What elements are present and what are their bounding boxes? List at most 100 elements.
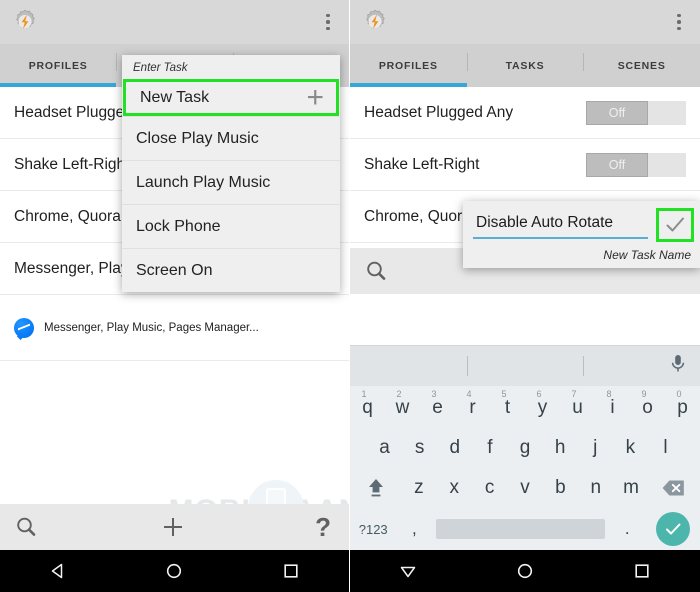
key-alt-label: 1 <box>361 389 367 399</box>
menu-item-close-play-music[interactable]: Close Play Music <box>122 116 340 160</box>
search-icon[interactable] <box>364 259 388 283</box>
key-label: h <box>554 437 566 458</box>
nav-home[interactable] <box>502 550 548 592</box>
key-symbols[interactable]: ?123 <box>350 522 396 537</box>
nav-back[interactable] <box>35 550 81 592</box>
key-n[interactable]: n <box>578 468 613 508</box>
profile-name: Shake Left-Right <box>364 155 480 173</box>
enter-task-dialog: Enter Task New Task + Close Play Music L… <box>122 55 340 292</box>
key-f[interactable]: f <box>472 428 507 468</box>
keyboard-rows: 1q 2w 3e 4r 5t 6y 7u 8i 9o 0p a s d f g <box>350 386 700 550</box>
key-d[interactable]: d <box>437 428 472 468</box>
app-bar-left <box>0 0 349 44</box>
menu-item-new-task[interactable]: New Task + <box>123 79 339 116</box>
plus-icon: + <box>306 80 324 114</box>
key-o[interactable]: 9o <box>630 388 665 428</box>
keyboard-row-2: a s d f g h j k l <box>350 428 700 468</box>
menu-item-lock-phone[interactable]: Lock Phone <box>122 204 340 248</box>
key-alt-label: 3 <box>431 389 437 399</box>
key-i[interactable]: 8i <box>595 388 630 428</box>
key-l[interactable]: l <box>648 428 683 468</box>
key-label: k <box>625 437 636 458</box>
tab-profiles[interactable]: PROFILES <box>0 44 117 87</box>
key-enter[interactable] <box>645 512 700 546</box>
menu-item-label: New Task <box>140 88 210 106</box>
check-icon <box>665 523 681 535</box>
key-p[interactable]: 0p <box>665 388 700 428</box>
key-alt-label: 9 <box>641 389 647 399</box>
key-j[interactable]: j <box>578 428 613 468</box>
key-z[interactable]: z <box>401 468 436 508</box>
toggle-knob-label: Off <box>586 152 648 177</box>
key-label: y <box>537 397 548 418</box>
menu-item-screen-on[interactable]: Screen On <box>122 248 340 292</box>
keyboard-row-4: ?123 , . <box>350 508 700 550</box>
key-label: ?123 <box>358 521 388 537</box>
key-shift[interactable] <box>350 468 401 508</box>
table-row-messenger[interactable]: Messenger, Play Music, Pages Manager... <box>0 295 349 361</box>
key-b[interactable]: b <box>543 468 578 508</box>
nav-recents[interactable] <box>268 550 314 592</box>
key-label: l <box>663 437 668 458</box>
table-row[interactable]: Headset Plugged Any Off <box>350 87 700 139</box>
search-button[interactable] <box>0 504 120 550</box>
tab-tasks[interactable]: TASKS <box>466 44 584 87</box>
key-a[interactable]: a <box>367 428 402 468</box>
key-t[interactable]: 5t <box>490 388 525 428</box>
suggestion-slot-1[interactable] <box>350 346 467 386</box>
key-label: w <box>395 397 410 418</box>
tab-profiles[interactable]: PROFILES <box>350 44 467 87</box>
backspace-icon <box>662 480 685 496</box>
key-y[interactable]: 6y <box>525 388 560 428</box>
microphone-icon[interactable] <box>670 354 686 379</box>
table-row[interactable]: Shake Left-Right Off <box>350 139 700 191</box>
key-g[interactable]: g <box>507 428 542 468</box>
key-label: x <box>449 477 460 498</box>
profile-toggle[interactable]: Off <box>586 152 686 177</box>
profile-name: Messenger, Play Music, Pages Manager... <box>44 321 259 334</box>
key-v[interactable]: v <box>507 468 542 508</box>
key-k[interactable]: k <box>613 428 648 468</box>
key-alt-label: 7 <box>571 389 577 399</box>
nav-recents[interactable] <box>619 550 665 592</box>
confirm-task-name-button[interactable] <box>656 208 694 242</box>
key-label: s <box>414 437 425 458</box>
overflow-menu-icon[interactable] <box>319 10 337 34</box>
suggestion-slot-2[interactable] <box>466 346 584 386</box>
key-period[interactable]: . <box>609 519 645 539</box>
key-label: r <box>469 397 476 418</box>
menu-item-label: Close Play Music <box>136 129 259 147</box>
key-alt-label: 6 <box>536 389 542 399</box>
key-u[interactable]: 7u <box>560 388 595 428</box>
key-label: p <box>677 397 688 418</box>
key-space[interactable] <box>432 519 609 539</box>
menu-item-launch-play-music[interactable]: Launch Play Music <box>122 160 340 204</box>
help-button[interactable]: ? <box>225 504 349 550</box>
key-m[interactable]: m <box>613 468 648 508</box>
key-alt-label: 0 <box>676 389 682 399</box>
key-s[interactable]: s <box>402 428 437 468</box>
messenger-icon <box>14 317 34 338</box>
android-navbar-left <box>0 550 349 592</box>
add-button[interactable] <box>120 504 226 550</box>
back-triangle-icon <box>401 566 416 578</box>
nav-back[interactable] <box>385 550 431 592</box>
tab-scenes[interactable]: SCENES <box>583 44 700 87</box>
key-x[interactable]: x <box>437 468 472 508</box>
key-c[interactable]: c <box>472 468 507 508</box>
key-label: z <box>414 477 424 498</box>
key-w[interactable]: 2w <box>385 388 420 428</box>
task-name-input[interactable]: Disable Auto Rotate <box>473 211 648 239</box>
key-h[interactable]: h <box>543 428 578 468</box>
key-q[interactable]: 1q <box>350 388 385 428</box>
enter-circle <box>655 512 690 546</box>
shift-icon <box>368 479 383 497</box>
key-r[interactable]: 4r <box>455 388 490 428</box>
key-comma[interactable]: , <box>396 519 432 539</box>
key-backspace[interactable] <box>649 468 700 508</box>
profile-toggle[interactable]: Off <box>586 100 686 125</box>
nav-home[interactable] <box>151 550 197 592</box>
key-e[interactable]: 3e <box>420 388 455 428</box>
key-label: t <box>504 397 511 418</box>
overflow-menu-icon[interactable] <box>670 10 688 34</box>
